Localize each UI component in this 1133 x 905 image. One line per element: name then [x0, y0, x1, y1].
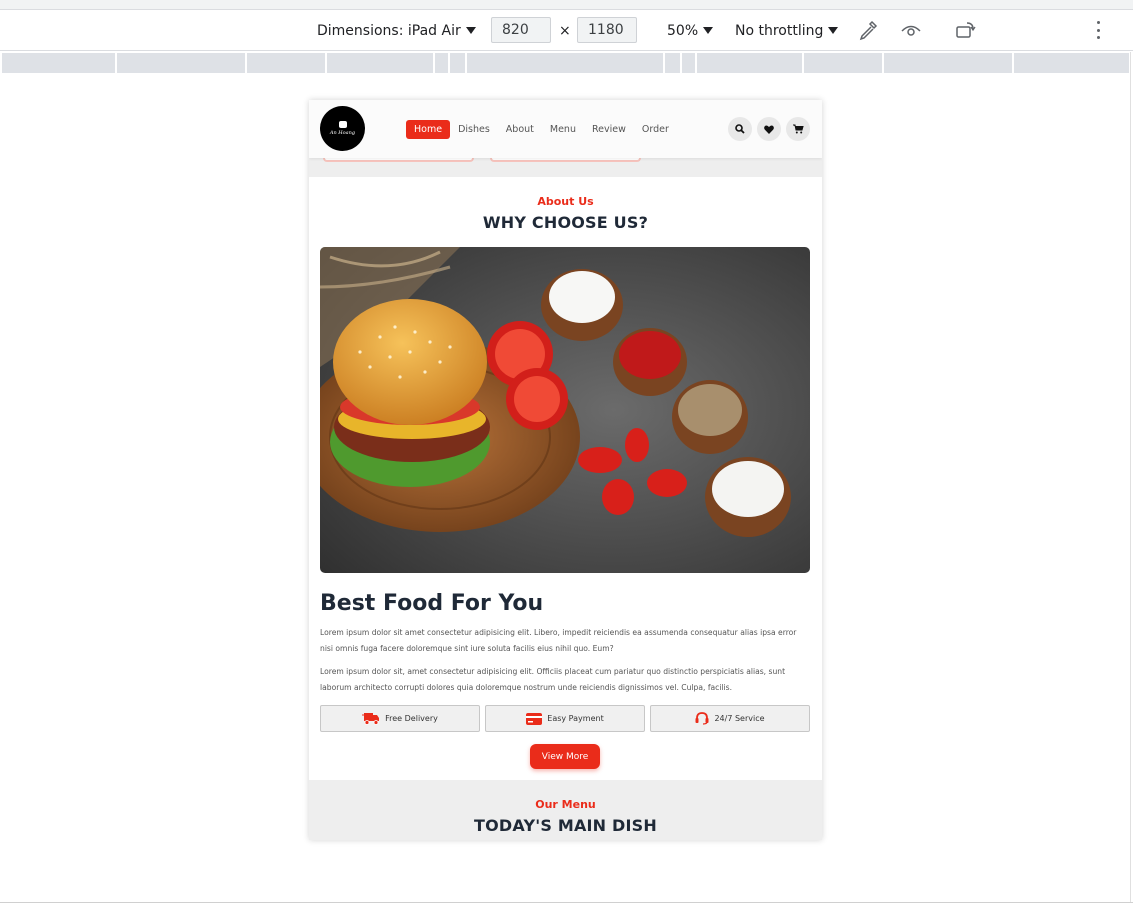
zoom-label: 50% — [667, 22, 699, 39]
caret-down-icon — [828, 27, 839, 34]
search-icon — [735, 124, 745, 134]
nav-about[interactable]: About — [498, 120, 542, 139]
headset-icon — [695, 712, 709, 725]
feature-label: Free Delivery — [385, 714, 438, 723]
logo-text: An Hoang — [329, 130, 356, 136]
credit-card-icon — [526, 712, 543, 725]
rotate-icon[interactable] — [955, 19, 977, 41]
heart-icon — [764, 124, 774, 134]
feature-24-7-service: 24/7 Service — [650, 705, 810, 732]
cart-button[interactable] — [786, 117, 810, 141]
throttling-label: No throttling — [735, 22, 824, 39]
times-glyph: × — [559, 22, 571, 39]
device-toolbar: Dimensions: iPad Air 820 × 1180 50% No t… — [0, 10, 1133, 51]
wishlist-button[interactable] — [757, 117, 781, 141]
site-header: An Hoang Home Dishes About Menu Review O… — [309, 100, 822, 158]
about-title: WHY CHOOSE US? — [482, 213, 649, 232]
feature-label: 24/7 Service — [714, 714, 765, 723]
more-vert-icon[interactable] — [1097, 21, 1101, 39]
dimension-separator: × — [559, 10, 571, 51]
header-actions — [728, 117, 810, 141]
eyedropper-icon[interactable] — [857, 19, 879, 41]
search-button[interactable] — [728, 117, 752, 141]
about-paragraph-2: Lorem ipsum dolor sit, amet consectetur … — [320, 667, 786, 692]
dimensions-label: Dimensions: iPad Air — [317, 22, 461, 39]
site-logo[interactable]: An Hoang — [320, 106, 365, 151]
width-input[interactable]: 820 — [491, 17, 551, 43]
cart-icon — [792, 124, 804, 134]
feature-label: Easy Payment — [547, 714, 604, 723]
previous-section-peek — [309, 158, 822, 177]
viewport-bottom-edge — [0, 902, 1133, 903]
caret-down-icon — [465, 27, 476, 34]
main-nav: Home Dishes About Menu Review Order — [406, 120, 677, 139]
nav-menu[interactable]: Menu — [542, 120, 584, 139]
window-top-strip — [0, 0, 1133, 10]
media-query-bar[interactable] — [2, 53, 1129, 73]
feature-free-delivery: Free Delivery — [320, 705, 480, 732]
feature-easy-payment: Easy Payment — [485, 705, 645, 732]
menu-section: Our Menu TODAY'S MAIN DISH — [309, 780, 822, 840]
width-value: 820 — [502, 22, 529, 38]
viewport-edge — [1130, 52, 1131, 902]
chat-bubble-icon — [338, 121, 347, 128]
view-more-button[interactable]: View More — [530, 744, 600, 769]
about-section: About Us WHY CHOOSE US? Best Food For Yo… — [309, 177, 822, 780]
dish-card — [323, 158, 474, 162]
burger-photo — [320, 247, 810, 573]
nav-dishes[interactable]: Dishes — [450, 120, 498, 139]
dish-card — [490, 158, 641, 162]
height-value: 1180 — [588, 22, 624, 38]
nav-review[interactable]: Review — [584, 120, 634, 139]
nav-order[interactable]: Order — [634, 120, 677, 139]
nav-home[interactable]: Home — [406, 120, 451, 139]
eye-icon[interactable] — [900, 19, 922, 41]
zoom-dropdown[interactable]: 50% — [667, 10, 714, 51]
menu-kicker: Our Menu — [535, 798, 596, 811]
about-kicker: About Us — [537, 195, 594, 208]
menu-title: TODAY'S MAIN DISH — [474, 816, 657, 835]
caret-down-icon — [703, 27, 714, 34]
device-viewport: An Hoang Home Dishes About Menu Review O… — [309, 100, 822, 840]
height-input[interactable]: 1180 — [577, 17, 637, 43]
about-heading: Best Food For You — [320, 591, 544, 616]
dimensions-dropdown[interactable]: Dimensions: iPad Air — [317, 10, 476, 51]
truck-icon — [362, 713, 380, 725]
about-paragraph-1: Lorem ipsum dolor sit amet consectetur a… — [320, 628, 797, 653]
throttling-dropdown[interactable]: No throttling — [735, 10, 839, 51]
